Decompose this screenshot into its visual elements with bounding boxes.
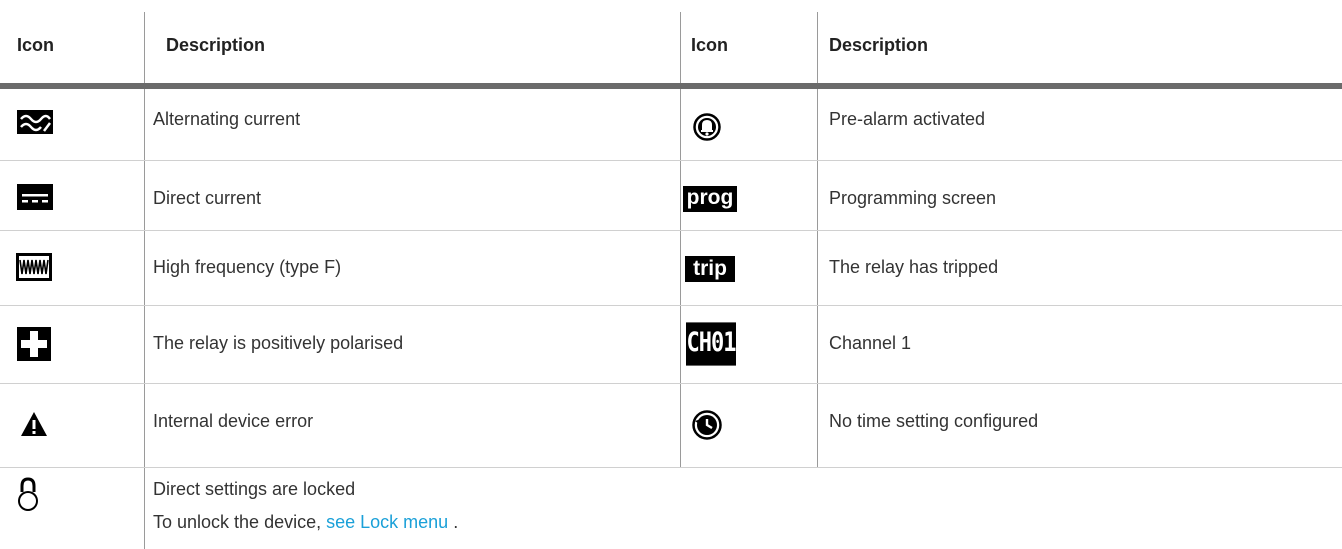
row-separator (0, 383, 1342, 384)
row-separator (0, 160, 1342, 161)
see-lock-menu-link[interactable]: see Lock menu (326, 512, 448, 532)
lock-description-line1: Direct settings are locked (153, 479, 356, 499)
row-separator (0, 467, 1342, 468)
channel-icon: CH01 (686, 322, 736, 366)
pre-alarm-bell-icon (693, 113, 721, 141)
row-description: The relay has tripped (829, 257, 999, 277)
row-separator (0, 305, 1342, 306)
column-divider-2 (680, 12, 681, 468)
warning-triangle-icon (21, 412, 47, 436)
row-description: Internal device error (153, 411, 314, 431)
row-description: Channel 1 (829, 333, 912, 353)
positive-polarised-icon (17, 327, 51, 361)
alternating-current-icon (17, 110, 53, 134)
clock-history-icon (692, 410, 722, 440)
header-icon-left: Icon (17, 35, 55, 55)
column-divider-1 (144, 12, 145, 549)
prog-icon: prog (683, 186, 737, 212)
header-description-right: Description (829, 35, 929, 55)
lock-icon (18, 477, 38, 511)
row-description: No time setting configured (829, 411, 1039, 431)
high-frequency-icon (16, 253, 52, 281)
column-divider-3 (817, 12, 818, 468)
header-rule (0, 83, 1342, 89)
lock-unlock-suffix: . (453, 512, 459, 532)
trip-icon: trip (685, 256, 735, 282)
header-description-left: Description (166, 35, 266, 55)
header-icon-right: Icon (691, 35, 729, 55)
lock-description-line2: To unlock the device, see Lock menu . (153, 512, 458, 533)
row-description: Alternating current (153, 109, 301, 129)
row-description: Pre-alarm activated (829, 109, 986, 129)
lock-unlock-prefix: To unlock the device, (153, 512, 322, 532)
direct-current-icon (17, 184, 53, 210)
row-description: High frequency (type F) (153, 257, 342, 277)
row-description: Programming screen (829, 188, 997, 208)
row-separator (0, 230, 1342, 231)
row-description: The relay is positively polarised (153, 333, 404, 353)
row-description: Direct current (153, 188, 262, 208)
